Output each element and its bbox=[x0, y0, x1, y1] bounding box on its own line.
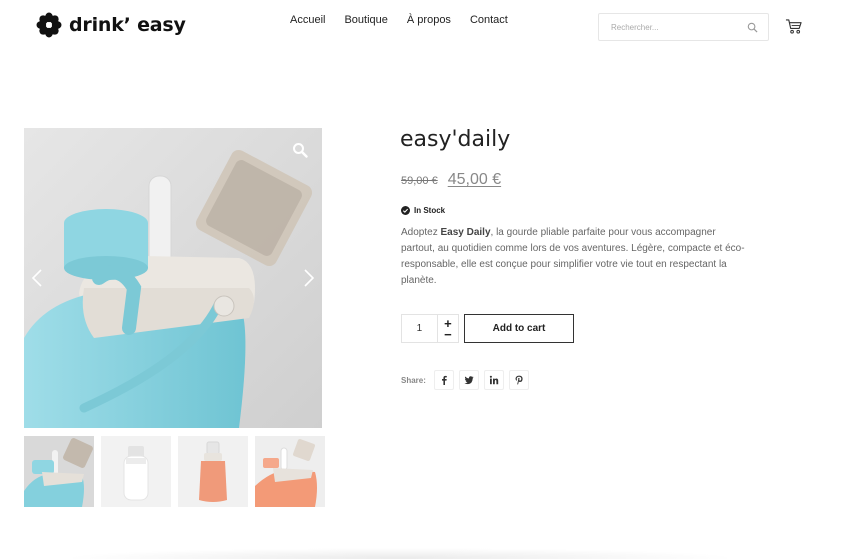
flower-logo-icon bbox=[36, 12, 62, 38]
quantity-controls: + − bbox=[436, 315, 458, 342]
thumbnail-orange-bottle-image bbox=[178, 436, 248, 507]
nav-accueil[interactable]: Accueil bbox=[290, 14, 325, 26]
chevron-right-icon[interactable] bbox=[302, 268, 316, 288]
thumbnail-1[interactable] bbox=[24, 436, 94, 507]
search-box bbox=[598, 13, 769, 41]
twitter-icon bbox=[464, 376, 474, 385]
share-linkedin-button[interactable] bbox=[483, 370, 504, 390]
nav-contact[interactable]: Contact bbox=[470, 14, 508, 26]
logo[interactable]: drink’ easy bbox=[36, 12, 186, 38]
description-intro: Adoptez bbox=[401, 227, 441, 238]
quantity-decrease-button[interactable]: − bbox=[444, 328, 452, 341]
thumbnail-white-bottle-image bbox=[101, 436, 171, 507]
stock-label: In Stock bbox=[414, 206, 446, 215]
thumbnail-blue-bottle-image bbox=[24, 436, 94, 507]
share-twitter-button[interactable] bbox=[458, 370, 479, 390]
quantity-stepper: 1 + − bbox=[401, 314, 459, 343]
price-block: 59,00 € 45,00 € bbox=[401, 171, 501, 189]
product-main-image[interactable] bbox=[24, 128, 322, 428]
chevron-left-icon[interactable] bbox=[30, 268, 44, 288]
share-label: Share: bbox=[401, 375, 426, 385]
thumbnail-3[interactable] bbox=[178, 436, 248, 507]
cart-icon[interactable] bbox=[785, 18, 802, 35]
share-bar: Share: bbox=[401, 370, 529, 390]
footer-shadow bbox=[60, 548, 740, 559]
check-circle-icon bbox=[401, 206, 410, 215]
nav-boutique[interactable]: Boutique bbox=[344, 14, 387, 26]
linkedin-icon bbox=[489, 375, 499, 385]
sale-price: 45,00 € bbox=[447, 171, 502, 188]
thumbnail-4[interactable] bbox=[255, 436, 325, 507]
nav-a-propos[interactable]: À propos bbox=[407, 14, 451, 26]
stock-status: In Stock bbox=[401, 206, 445, 215]
facebook-icon bbox=[441, 375, 447, 385]
pinterest-icon bbox=[515, 375, 523, 385]
thumbnail-strip bbox=[24, 436, 325, 507]
main-nav: Accueil Boutique À propos Contact bbox=[290, 14, 508, 26]
quantity-input[interactable]: 1 bbox=[402, 315, 437, 342]
old-price: 59,00 € bbox=[401, 175, 438, 187]
share-pinterest-button[interactable] bbox=[508, 370, 529, 390]
product-description: Adoptez Easy Daily, la gourde pliable pa… bbox=[401, 225, 751, 289]
search-icon[interactable] bbox=[747, 22, 758, 33]
thumbnail-2[interactable] bbox=[101, 436, 171, 507]
bottle-photo bbox=[24, 128, 322, 428]
share-facebook-button[interactable] bbox=[433, 370, 454, 390]
thumbnail-orange-bottle-closeup-image bbox=[255, 436, 325, 507]
search-input[interactable] bbox=[611, 22, 747, 32]
logo-text: drink’ easy bbox=[69, 14, 186, 36]
add-to-cart-button[interactable]: Add to cart bbox=[464, 314, 574, 343]
zoom-icon[interactable] bbox=[292, 142, 308, 158]
description-highlight: Easy Daily bbox=[440, 227, 491, 238]
product-title: easy'daily bbox=[400, 127, 511, 152]
